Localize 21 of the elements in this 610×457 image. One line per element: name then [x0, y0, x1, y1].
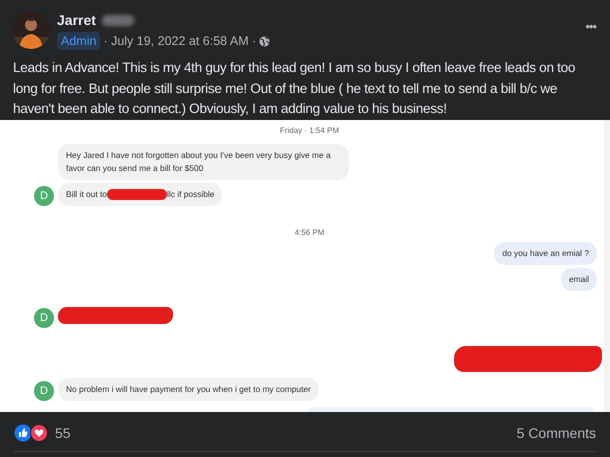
- globe-icon: [259, 36, 270, 46]
- admin-badge: Admin: [57, 32, 100, 50]
- message-bubble: Hey Jared I have not forgotten about you I've been very busy give me a favor can you send me a bill for $500: [58, 144, 349, 180]
- message-bubble: email: [560, 268, 597, 291]
- contact-avatar: D: [34, 308, 54, 328]
- contact-avatar: D: [34, 381, 54, 401]
- comments-link[interactable]: 5 Comments: [516, 425, 596, 441]
- chat-timestamp: 4:56 PM: [294, 228, 324, 237]
- chat-timestamp: Friday · 1:54 PM: [280, 126, 340, 135]
- more-options-button[interactable]: •••: [585, 19, 596, 34]
- redaction-mark: [106, 189, 167, 200]
- author-name[interactable]: Jarret: [57, 12, 96, 28]
- reaction-count[interactable]: 55: [55, 425, 71, 441]
- contact-avatar: D: [34, 186, 54, 206]
- message-text: llc if possible: [166, 188, 214, 201]
- reaction-icons[interactable]: [14, 424, 48, 442]
- message-text: Bill it out to: [66, 188, 107, 201]
- post-text: Leads in Advance! This is my 4th guy for this lead gen! I am so busy I often leave free leads on too long for free. But people still surprise me! Out of the blue ( he text to tell me to send a bill b/c we haven't been able to connect.) Obviously, I am adding value to his business!: [13, 59, 576, 118]
- message-bubble: do you have an emial ?: [494, 242, 597, 265]
- message-bubble: No problem i will have payment for you when i get to my computer: [58, 378, 319, 401]
- post-timestamp[interactable]: · July 19, 2022 at 6:58 AM ·: [103, 34, 256, 48]
